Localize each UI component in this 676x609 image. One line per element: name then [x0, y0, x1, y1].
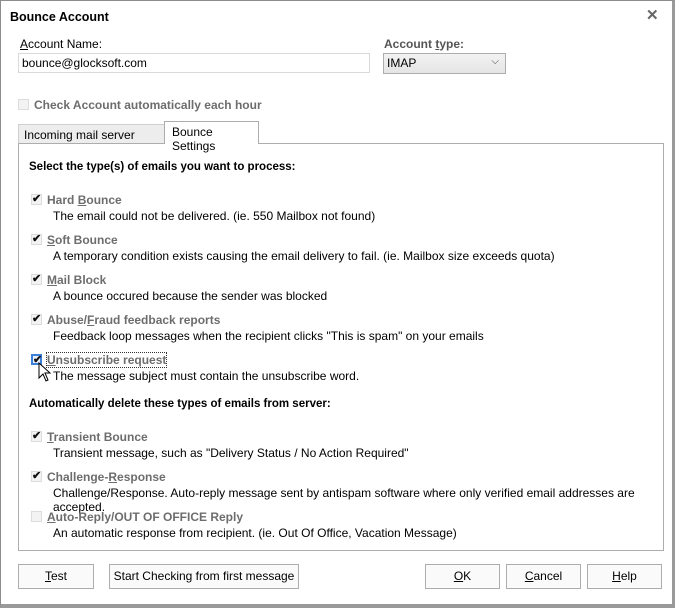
mnemonic: A	[20, 37, 29, 51]
process-item-description: Feedback loop messages when the recipien…	[53, 329, 484, 343]
account-type-label: Account type:	[384, 37, 464, 51]
label-text: esponse	[117, 470, 166, 484]
label-text: Account	[384, 37, 436, 51]
process-item-label[interactable]: Unsubscribe request	[45, 352, 168, 368]
mnemonic: T	[47, 430, 54, 444]
process-item-label[interactable]: Mail Block	[47, 273, 106, 287]
label-text: ransient Bounce	[53, 430, 148, 444]
checkmark-icon: ✔	[32, 273, 42, 285]
checkmark-icon: ✔	[32, 470, 42, 482]
delete-section-title: Automatically delete these types of emai…	[29, 398, 331, 410]
label-text: ype:	[439, 37, 465, 51]
process-section-title: Select the type(s) of emails you want to…	[29, 161, 296, 173]
checkmark-icon: ✔	[32, 193, 42, 205]
chevron-down-icon: ⌵	[491, 56, 499, 67]
label-text: Hard	[47, 193, 78, 207]
process-item-label[interactable]: Soft Bounce	[47, 233, 118, 247]
start-checking-button[interactable]: Start Checking from first message	[109, 564, 299, 589]
process-item-checkbox[interactable]: ✔	[31, 273, 42, 285]
help-button[interactable]: Help	[587, 564, 662, 589]
label-text: est	[50, 569, 67, 583]
label-text: ounce	[86, 193, 122, 207]
process-item-description: A bounce occured because the sender was …	[53, 289, 328, 303]
label-text: uto-Reply/OUT OF OFFICE Reply	[55, 510, 244, 524]
auto-check-checkbox[interactable]	[18, 99, 29, 110]
label-text: oft Bounce	[55, 233, 118, 247]
tab-bounce-settings[interactable]: Bounce Settings	[164, 121, 259, 153]
close-icon[interactable]: ✕	[646, 8, 659, 23]
label-text: ccount Name:	[28, 37, 103, 51]
label-text: K	[463, 569, 472, 583]
cancel-button[interactable]: Cancel	[506, 564, 581, 589]
label-text: Abuse/	[47, 313, 88, 327]
process-item-label[interactable]: Abuse/Fraud feedback reports	[47, 313, 220, 327]
delete-item-checkbox[interactable]: ✔	[31, 430, 42, 442]
account-type-select[interactable]: IMAP ⌵	[383, 53, 506, 74]
account-name-label: Account Name:	[20, 37, 102, 51]
label-text: elp	[620, 569, 637, 583]
label-text: ancel	[533, 569, 563, 583]
delete-item-label[interactable]: Challenge-Response	[47, 470, 166, 484]
process-item-checkbox[interactable]: ✔	[31, 233, 42, 245]
delete-item-label[interactable]: Transient Bounce	[47, 430, 148, 444]
mnemonic: M	[47, 273, 57, 287]
delete-item-label[interactable]: Auto-Reply/OUT OF OFFICE Reply	[47, 510, 243, 524]
process-item-checkbox[interactable]: ✔	[31, 193, 42, 205]
dialog-title: Bounce Account	[10, 10, 109, 24]
checkmark-icon: ✔	[32, 313, 42, 325]
mnemonic: H	[612, 569, 621, 583]
process-item-description: A temporary condition exists causing the…	[53, 249, 555, 263]
auto-check-label[interactable]: Check Account automatically each hour	[34, 98, 262, 112]
process-item-checkbox[interactable]: ✔	[31, 313, 42, 325]
account-type-value: IMAP	[387, 56, 417, 70]
delete-item-checkbox[interactable]	[31, 511, 42, 522]
delete-item-checkbox[interactable]: ✔	[31, 470, 42, 482]
mnemonic: R	[108, 470, 118, 484]
delete-item-description: An automatic response from recipient. (i…	[53, 526, 457, 540]
checkmark-icon: ✔	[32, 233, 42, 245]
process-item-description: The email could not be delivered. (ie. 5…	[53, 209, 376, 223]
ok-button[interactable]: OK	[425, 564, 500, 589]
label-text: Challenge-	[47, 470, 109, 484]
process-item-label[interactable]: Hard Bounce	[47, 193, 122, 207]
mnemonic: A	[47, 510, 56, 524]
checkmark-icon: ✔	[32, 430, 42, 442]
label-text: nsubscribe request	[55, 353, 167, 367]
mouse-cursor-icon	[38, 362, 52, 382]
test-button[interactable]: Test	[18, 564, 94, 589]
account-name-input[interactable]	[18, 53, 370, 73]
mnemonic: S	[47, 233, 56, 247]
mnemonic: O	[453, 569, 464, 583]
tab-incoming-mail-server-settings[interactable]: Incoming mail server settings	[18, 124, 165, 156]
process-item-description: The message subject must contain the uns…	[53, 369, 360, 383]
label-text: ail Block	[57, 273, 107, 287]
label-text: raud feedback reports	[94, 313, 221, 327]
delete-item-description: Transient message, such as "Delivery Sta…	[53, 446, 409, 460]
